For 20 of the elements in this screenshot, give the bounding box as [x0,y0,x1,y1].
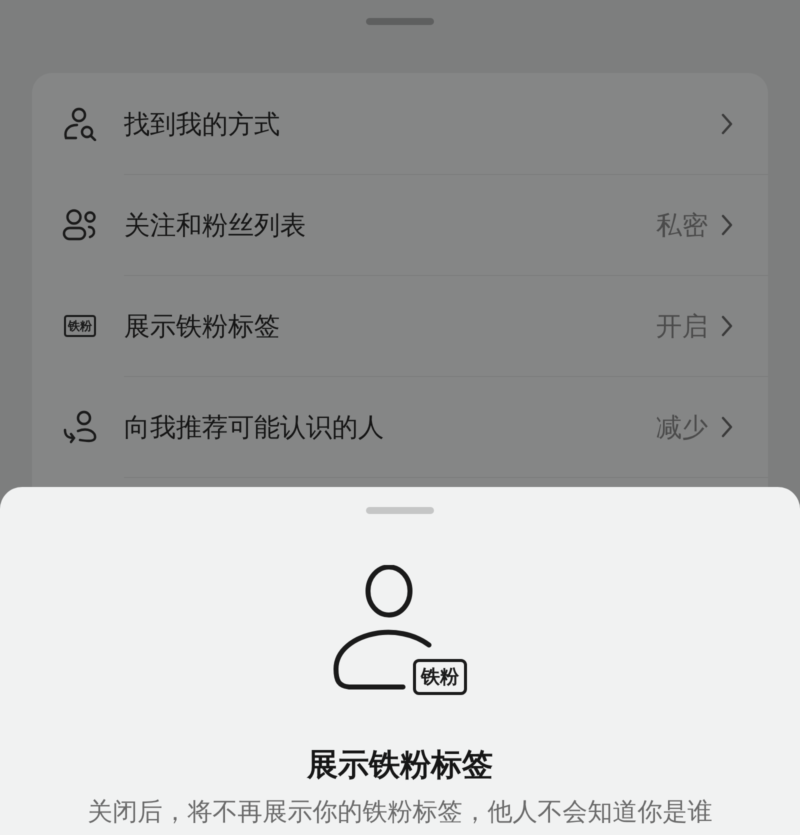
setting-label[interactable]: 找到我的方式 [124,106,720,142]
setting-value: 私密 [656,210,708,242]
chevron-icon [720,314,734,338]
badge-icon: 铁粉 [413,659,467,695]
badge-icon: 铁粉 [64,315,96,337]
setting-value: 开启 [656,310,708,344]
setting-label[interactable]: 关注和粉丝列表 [124,208,656,242]
people-icon [62,208,98,242]
sheet-description: 关闭后，将不再展示你的铁粉标签，他人不会知道你是谁 [86,796,714,828]
drag-handle[interactable] [366,507,434,514]
chevron-icon [720,415,734,439]
person-arrow-icon [62,410,98,444]
setting-label[interactable]: 展示铁粉标签 [124,308,656,344]
drag-handle[interactable] [366,18,434,25]
chevron-icon [720,213,734,237]
setting-value: 减少 [656,412,708,444]
setting-label[interactable]: 向我推荐可能认识的人 [124,410,656,444]
chevron-icon [720,112,734,136]
sheet-title: 展示铁粉标签 [306,746,494,785]
person-search-icon [62,107,98,141]
